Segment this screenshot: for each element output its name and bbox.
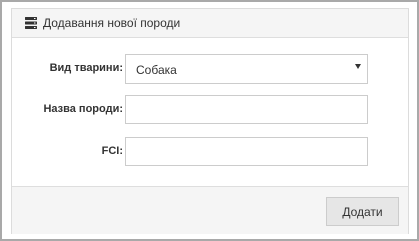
panel-footer: Додати	[12, 186, 408, 234]
animal-type-selected-value: Собака	[136, 63, 177, 77]
panel-header: Додавання нової породи	[12, 9, 408, 38]
chevron-down-icon	[355, 64, 361, 69]
animal-type-select[interactable]: Собака	[125, 54, 368, 84]
breed-name-input[interactable]	[125, 95, 368, 124]
add-button[interactable]: Додати	[326, 197, 399, 226]
fci-label: FCI:	[101, 145, 123, 157]
window-frame: Додавання нової породи Вид тварини: Соба…	[0, 0, 419, 241]
add-breed-panel: Додавання нової породи Вид тварини: Соба…	[11, 8, 409, 234]
animal-type-label: Вид тварини:	[49, 62, 123, 74]
server-stack-icon	[25, 17, 37, 29]
breed-name-label: Назва породи:	[43, 103, 123, 115]
fci-input[interactable]	[125, 137, 368, 166]
panel-title: Додавання нової породи	[43, 16, 181, 30]
